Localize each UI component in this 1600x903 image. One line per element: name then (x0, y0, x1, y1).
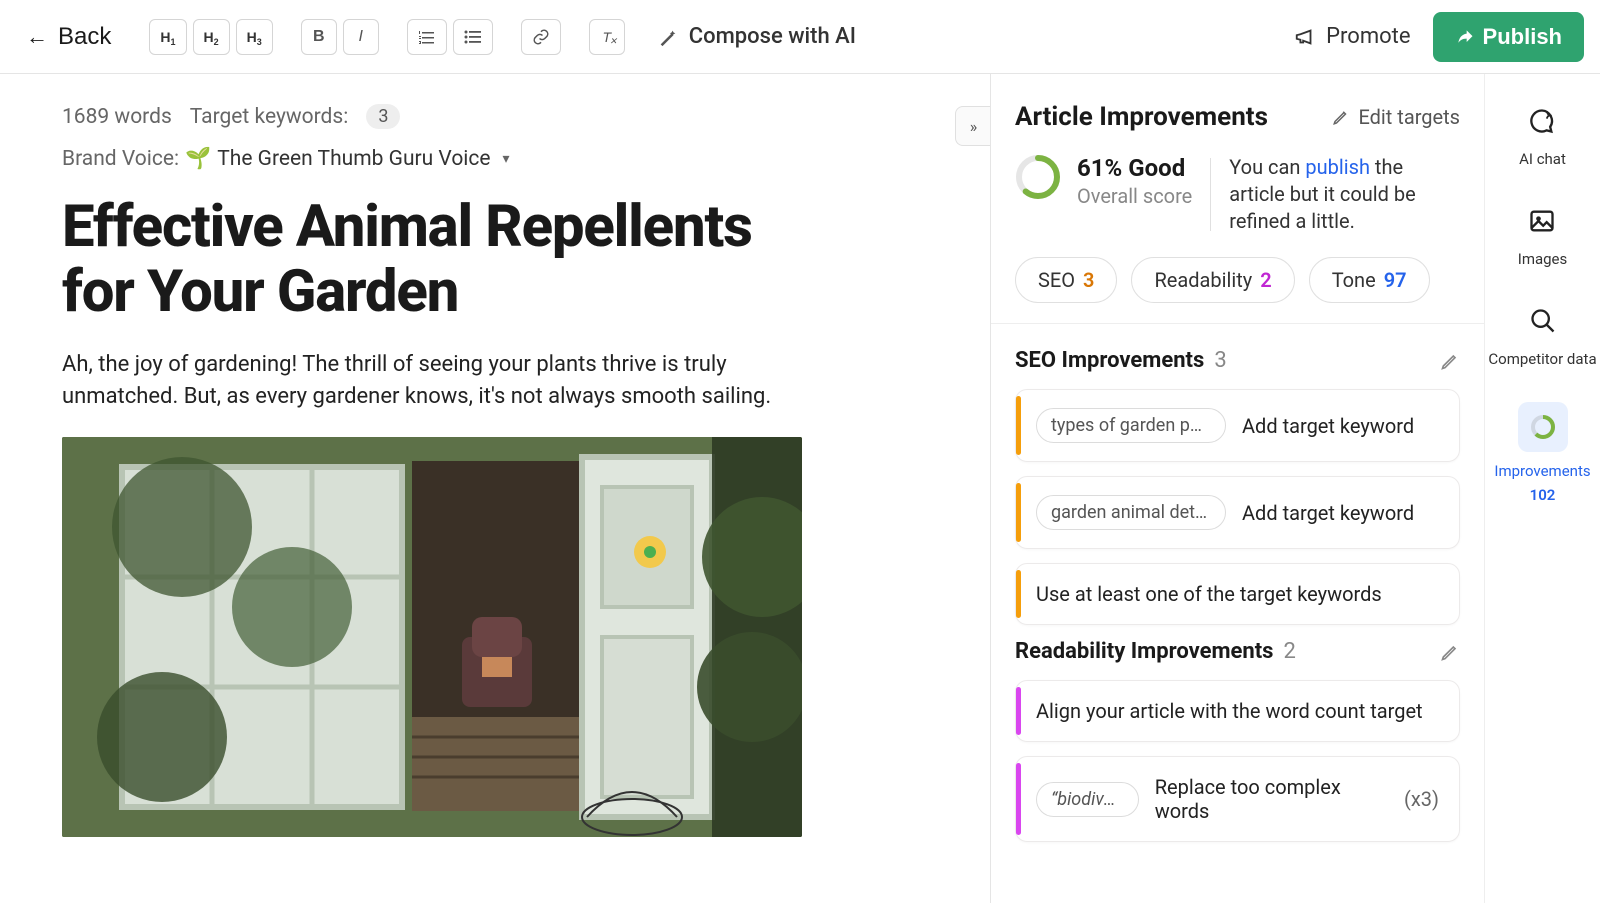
hero-image[interactable] (62, 437, 802, 837)
readability-pill[interactable]: Readability2 (1131, 257, 1294, 303)
rail-improvements[interactable]: Improvements 102 (1494, 402, 1590, 504)
keyword-chip: garden animal dete… (1036, 495, 1226, 530)
rail-label: Improvements (1494, 462, 1590, 480)
pencil-icon (1440, 351, 1460, 371)
improvements-panel: Article Improvements Edit targets 61% Go… (990, 74, 1484, 903)
seo-edit-button[interactable] (1440, 351, 1460, 371)
promote-label: Promote (1326, 24, 1410, 49)
ordered-list-button[interactable] (407, 19, 447, 55)
h2-button[interactable]: H2 (193, 19, 230, 55)
megaphone-icon (1294, 26, 1316, 48)
link-group (521, 19, 561, 55)
panel-title: Article Improvements (1015, 102, 1268, 132)
compose-ai-button[interactable]: Compose with AI (657, 24, 856, 49)
seo-card[interactable]: types of garden pe… Add target keyword (1015, 389, 1460, 462)
score-value: 61% Good (1077, 154, 1192, 182)
seo-section-count: 3 (1214, 348, 1226, 373)
magic-wand-icon (657, 26, 679, 48)
h3-button[interactable]: H3 (236, 19, 273, 55)
seo-card[interactable]: Use at least one of the target keywords (1015, 563, 1460, 625)
unordered-list-icon (464, 29, 482, 45)
link-icon (532, 28, 550, 46)
article-intro[interactable]: Ah, the joy of gardening! The thrill of … (62, 349, 802, 413)
clear-format-button[interactable]: T✕ (589, 19, 625, 55)
brand-voice-selector[interactable]: Brand Voice: 🌱 The Green Thumb Guru Voic… (62, 147, 940, 171)
search-icon (1528, 306, 1558, 336)
ordered-list-icon (418, 29, 436, 45)
publish-label: Publish (1483, 24, 1562, 50)
card-text: Align your article with the word count t… (1036, 699, 1423, 723)
readability-card[interactable]: “biodiver… Replace too complex words (x3… (1015, 756, 1460, 842)
target-keywords-label: Target keywords: (190, 105, 349, 129)
clear-group: T✕ (589, 19, 625, 55)
link-button[interactable] (521, 19, 561, 55)
rail-label: AI chat (1519, 150, 1566, 168)
score-message: You can publish the article but it could… (1229, 154, 1460, 235)
target-keywords-count[interactable]: 3 (366, 104, 400, 129)
seedling-icon: 🌱 (185, 147, 211, 171)
score-subtitle: Overall score (1077, 184, 1192, 208)
brand-voice-label: Brand Voice: (62, 147, 179, 171)
italic-button[interactable]: I (343, 19, 379, 55)
card-text: Add target keyword (1242, 501, 1414, 525)
edit-targets-label: Edit targets (1358, 105, 1460, 129)
word-count: 1689 words (62, 105, 172, 129)
back-button[interactable]: ← Back (16, 17, 121, 57)
readability-edit-button[interactable] (1440, 642, 1460, 662)
rail-label: Images (1518, 250, 1568, 268)
rail-images[interactable]: Images (1518, 202, 1568, 268)
card-suffix: (x3) (1404, 787, 1439, 811)
chevron-right-double-icon: » (970, 117, 978, 136)
readability-section-title: Readability Improvements (1015, 639, 1273, 664)
share-arrow-icon (1455, 27, 1475, 47)
rail-label: Competitor data (1488, 350, 1596, 368)
format-group: B I (301, 19, 379, 55)
list-group (407, 19, 493, 55)
bold-button[interactable]: B (301, 19, 337, 55)
seo-section-title: SEO Improvements (1015, 348, 1204, 373)
rail-ai-chat[interactable]: AI chat (1519, 102, 1566, 168)
seo-card[interactable]: garden animal dete… Add target keyword (1015, 476, 1460, 549)
arrow-left-icon: ← (26, 24, 48, 50)
chat-sparkle-icon (1527, 106, 1557, 136)
rail-count: 102 (1530, 486, 1556, 504)
card-text: Use at least one of the target keywords (1036, 582, 1382, 606)
progress-ring-icon (1528, 412, 1558, 442)
rail-competitor[interactable]: Competitor data (1488, 302, 1596, 368)
readability-card[interactable]: Align your article with the word count t… (1015, 680, 1460, 742)
brand-voice-name: The Green Thumb Guru Voice (217, 147, 490, 171)
tone-pill[interactable]: Tone97 (1309, 257, 1430, 303)
image-icon (1527, 206, 1557, 236)
card-text: Add target keyword (1242, 414, 1414, 438)
promote-button[interactable]: Promote (1294, 24, 1410, 49)
unordered-list-button[interactable] (453, 19, 493, 55)
top-toolbar: ← Back H1 H2 H3 B I T✕ Compose with AI P… (0, 0, 1600, 74)
collapse-panel-button[interactable]: » (955, 106, 990, 146)
heading-group: H1 H2 H3 (149, 19, 272, 55)
card-text: Replace too complex words (1155, 775, 1382, 823)
score-ring (1015, 154, 1061, 200)
seo-pill[interactable]: SEO3 (1015, 257, 1117, 303)
back-label: Back (58, 23, 111, 51)
compose-label: Compose with AI (689, 24, 856, 49)
clear-format-icon: T✕ (603, 29, 612, 45)
readability-section-count: 2 (1283, 639, 1295, 664)
article-title[interactable]: Effective Animal Repellents for Your Gar… (62, 195, 802, 325)
keyword-chip: types of garden pe… (1036, 408, 1226, 443)
word-chip: “biodiver… (1036, 782, 1139, 817)
right-rail: AI chat Images Competitor data Improveme… (1484, 74, 1600, 903)
pencil-icon (1332, 108, 1350, 126)
chevron-down-icon: ▾ (503, 151, 510, 167)
editor-pane: » 1689 words Target keywords: 3 Brand Vo… (0, 74, 990, 903)
h1-button[interactable]: H1 (149, 19, 186, 55)
pencil-icon (1440, 642, 1460, 662)
edit-targets-button[interactable]: Edit targets (1332, 105, 1460, 129)
publish-link[interactable]: publish (1305, 155, 1370, 179)
publish-button[interactable]: Publish (1433, 12, 1584, 62)
